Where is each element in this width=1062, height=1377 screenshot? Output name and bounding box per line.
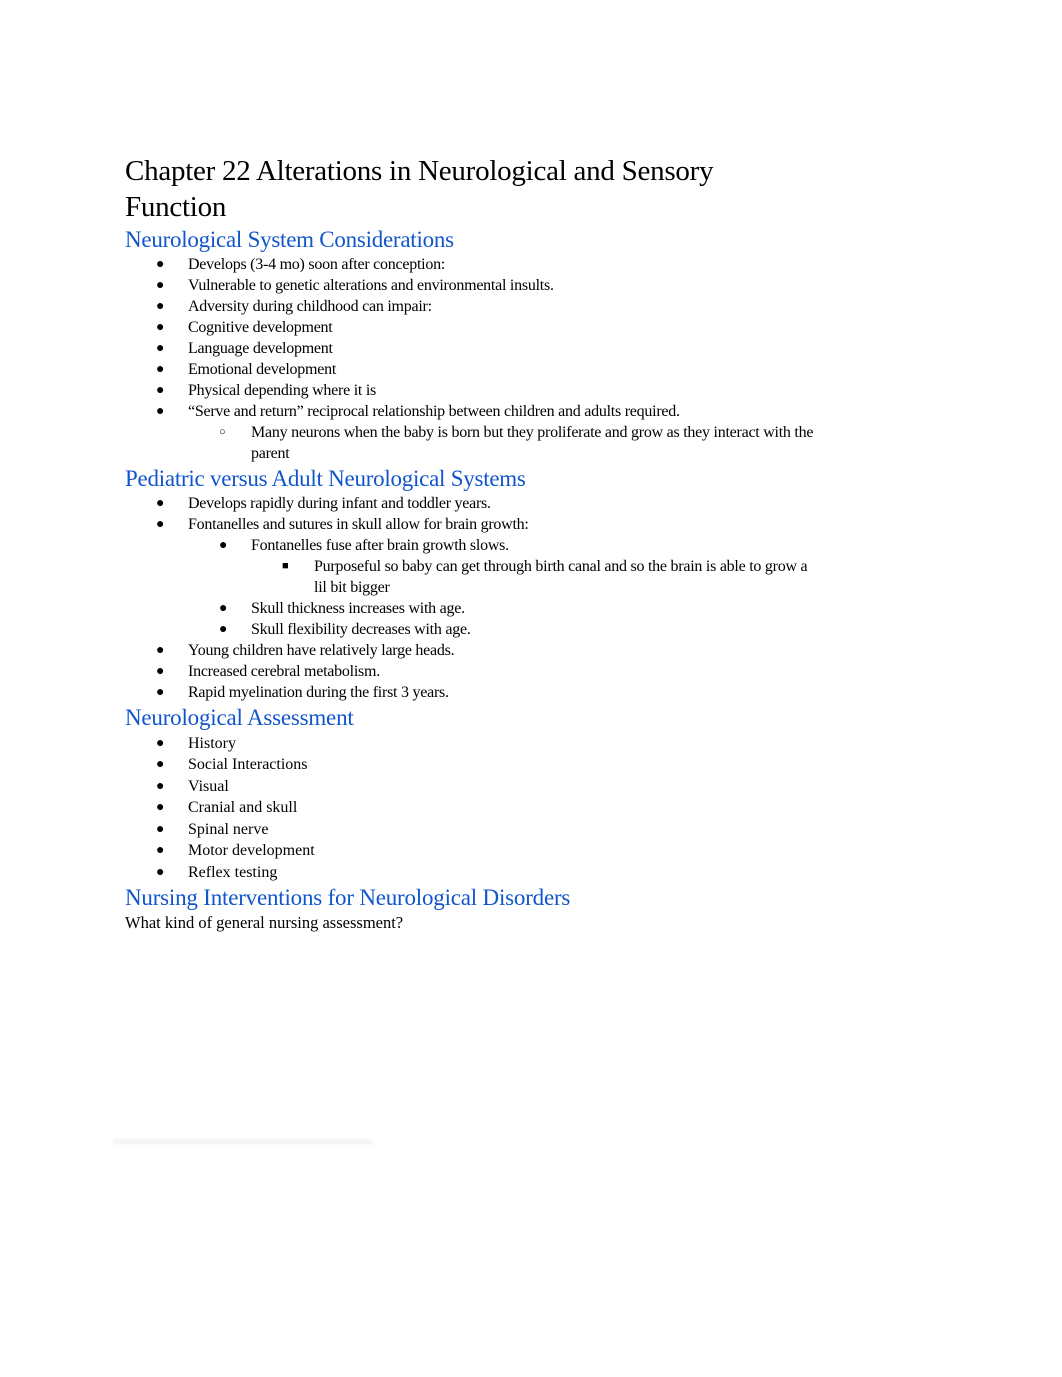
bullet-icon: ● <box>156 341 165 356</box>
bullet-icon: ● <box>156 362 165 377</box>
section-neurological-system-considerations: Neurological System Considerations ● Deve… <box>125 225 815 464</box>
list-item-text: Spinal nerve <box>188 820 269 838</box>
paragraph: What kind of general nursing assessment? <box>125 912 404 932</box>
bullet-icon: ● <box>156 278 165 293</box>
list-item: ● Emotional development <box>125 359 815 380</box>
list-item-text: Fontanelles and sutures in skull allow f… <box>188 516 529 533</box>
bullet-list: ● History ● Social Interactions ● Visual ● Cran… <box>125 733 815 883</box>
list-item: ● Reflex testing <box>125 862 815 883</box>
list-item: ● Young children have relatively large he… <box>125 640 815 661</box>
list-item: ● Increased cerebral metabolism. <box>125 661 815 682</box>
list-item-text: Rapid myelination during the first 3 yea… <box>188 684 449 701</box>
bullet-icon: ● <box>156 800 165 815</box>
bullet-icon: ● <box>219 538 228 553</box>
list-item: ● Physical depending where it is <box>125 380 815 401</box>
list-item-text: Fontanelles fuse after brain growth slow… <box>251 537 509 554</box>
document-title: Chapter 22 Alterations in Neurological a… <box>125 155 714 223</box>
bullet-icon: ● <box>156 517 165 532</box>
list-item: ● Skull flexibility decreases with age. <box>125 619 815 640</box>
section-heading: Neurological Assessment <box>125 705 354 730</box>
bullet-icon: ● <box>156 320 165 335</box>
list-item-text: Young children have relatively large hea… <box>188 642 455 659</box>
bullet-icon: ● <box>156 404 165 419</box>
list-item: ● Cranial and skull <box>125 797 815 818</box>
bullet-icon: ● <box>156 299 165 314</box>
section-heading: Nursing Interventions for Neurological D… <box>125 884 571 910</box>
list-item: ● Fontanelles fuse after brain growth slo… <box>125 535 815 556</box>
bullet-list: ● Develops rapidly during infant and todd… <box>125 493 815 703</box>
list-item-text: Purposeful so baby can get through birth… <box>314 558 808 596</box>
bullet-list: ● Develops (3-4 mo) soon after conception… <box>125 254 815 464</box>
list-item-text: Many neurons when the baby is born but t… <box>251 424 814 462</box>
list-item: ● Skull thickness increases with age. <box>125 598 815 619</box>
list-item-text: History <box>188 734 236 752</box>
document-page: Chapter 22 Alterations in Neurological a… <box>125 153 815 933</box>
hollow-circle-bullet-icon: ○ <box>219 426 226 438</box>
bullet-icon: ● <box>156 496 165 511</box>
list-item: ● History <box>125 733 815 754</box>
list-item-text: Motor development <box>188 842 315 859</box>
list-item-text: Cognitive development <box>188 319 333 336</box>
list-item-text: “Serve and return” reciprocal relationsh… <box>188 403 680 420</box>
list-item-text: Skull flexibility decreases with age. <box>251 621 471 638</box>
square-bullet-icon: ■ <box>282 560 289 572</box>
list-item: ● “Serve and return” reciprocal relations… <box>125 401 815 422</box>
bullet-icon: ● <box>156 685 165 700</box>
list-item: ● Spinal nerve <box>125 819 815 840</box>
list-item-text: Develops rapidly during infant and toddl… <box>188 495 491 512</box>
list-item-text: Vulnerable to genetic alterations and en… <box>188 277 554 294</box>
list-item-text: Emotional development <box>188 361 337 378</box>
list-item: ● Rapid myelination during the first 3 ye… <box>125 682 815 703</box>
list-item-text: Social Interactions <box>188 756 308 773</box>
bullet-icon: ● <box>156 864 165 880</box>
list-item-text: Cranial and skull <box>188 799 298 816</box>
list-item: ■ Purposeful so baby can get through birt… <box>125 556 815 598</box>
list-item: ● Cognitive development <box>125 317 815 338</box>
list-item-text: Reflex testing <box>188 863 278 881</box>
list-item-text: Skull thickness increases with age. <box>251 600 465 617</box>
list-item: ● Develops rapidly during infant and todd… <box>125 493 815 514</box>
list-item-text: Adversity during childhood can impair: <box>188 298 432 315</box>
section-pediatric-vs-adult: Pediatric versus Adult Neurological Syst… <box>125 464 815 703</box>
bullet-icon: ● <box>156 778 165 794</box>
list-item-text: Increased cerebral metabolism. <box>188 663 380 680</box>
bullet-icon: ● <box>156 664 165 679</box>
bullet-icon: ● <box>156 383 165 398</box>
section-neurological-assessment: Neurological Assessment ● History ● Social … <box>125 703 815 883</box>
list-item-text: Visual <box>188 777 229 795</box>
bullet-icon: ● <box>156 821 165 837</box>
section-heading: Neurological System Considerations <box>125 227 454 252</box>
list-item: ● Visual <box>125 776 815 797</box>
list-item-text: Physical depending where it is <box>188 382 377 399</box>
bullet-icon: ● <box>219 601 228 616</box>
list-item: ● Motor development <box>125 840 815 861</box>
bullet-icon: ● <box>156 757 165 772</box>
section-heading: Pediatric versus Adult Neurological Syst… <box>125 466 526 491</box>
list-item: ● Fontanelles and sutures in skull allow … <box>125 514 815 535</box>
bullet-icon: ● <box>156 643 165 658</box>
list-item: ● Develops (3-4 mo) soon after conception… <box>125 254 815 275</box>
list-item-text: Language development <box>188 340 333 357</box>
page-shadow-divider <box>112 1140 374 1146</box>
list-item: ● Adversity during childhood can impair: <box>125 296 815 317</box>
section-nursing-interventions: Nursing Interventions for Neurological D… <box>125 883 815 933</box>
list-item-text: Develops (3-4 mo) soon after conception: <box>188 256 446 273</box>
bullet-icon: ● <box>156 257 165 272</box>
bullet-icon: ● <box>156 735 165 751</box>
bullet-icon: ● <box>156 843 165 858</box>
list-item: ○ Many neurons when the baby is born but … <box>125 422 815 464</box>
list-item: ● Social Interactions <box>125 754 815 775</box>
list-item: ● Vulnerable to genetic alterations and e… <box>125 275 815 296</box>
list-item: ● Language development <box>125 338 815 359</box>
bullet-icon: ● <box>219 622 228 637</box>
